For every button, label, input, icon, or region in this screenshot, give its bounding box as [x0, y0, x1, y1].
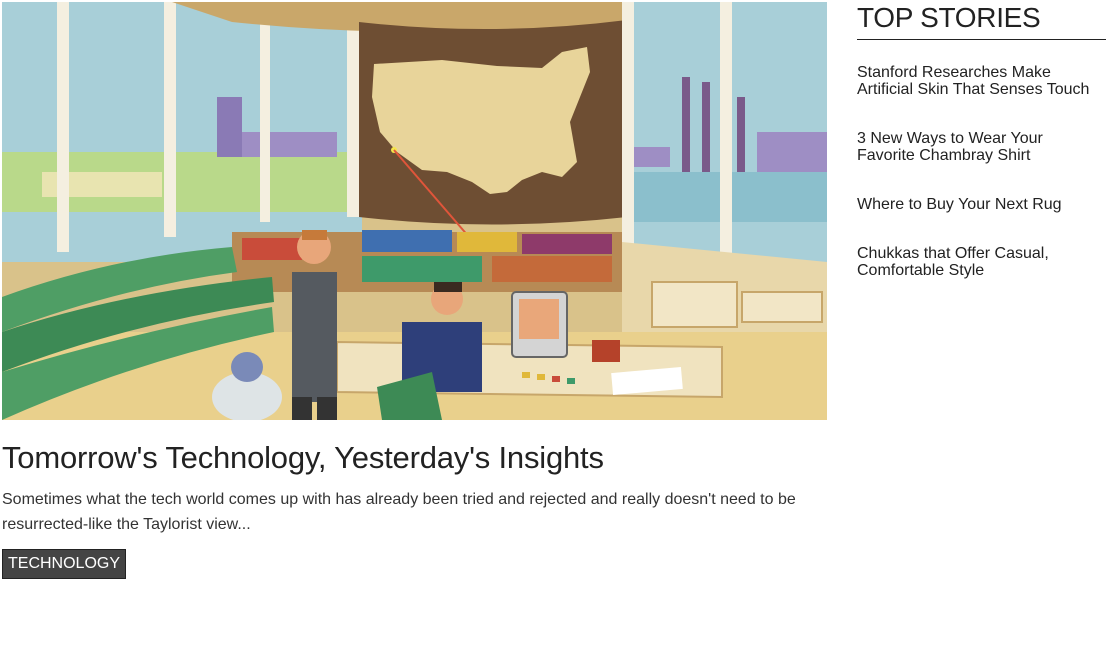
- article-excerpt: Sometimes what the tech world comes up w…: [2, 491, 796, 533]
- story-link[interactable]: Where to Buy Your Next Rug: [857, 196, 1106, 213]
- story-title-line1: Where to Buy Your Next Rug: [857, 196, 1062, 213]
- story-title-line2: Artificial Skin That Senses Touch: [857, 81, 1090, 98]
- story-title-line1: Stanford Researches Make: [857, 64, 1051, 81]
- story-title-line2: Comfortable Style: [857, 262, 985, 279]
- list-item: Stanford Researches Make Artificial Skin…: [857, 64, 1106, 98]
- main-article: Tomorrow's Technology, Yesterday's Insig…: [2, 2, 827, 579]
- list-item: 3 New Ways to Wear Your Favorite Chambra…: [857, 130, 1106, 164]
- story-link[interactable]: 3 New Ways to Wear Your Favorite Chambra…: [857, 130, 1106, 164]
- story-link[interactable]: Stanford Researches Make Artificial Skin…: [857, 64, 1106, 98]
- story-list: Stanford Researches Make Artificial Skin…: [857, 64, 1106, 279]
- list-item: Where to Buy Your Next Rug: [857, 196, 1106, 213]
- hero-illustration: [2, 2, 827, 420]
- top-stories-sidebar: TOP STORIES Stanford Researches Make Art…: [857, 0, 1106, 279]
- story-title-line2: Favorite Chambray Shirt: [857, 147, 1031, 164]
- article-title[interactable]: Tomorrow's Technology, Yesterday's Insig…: [2, 440, 827, 476]
- list-item: Chukkas that Offer Casual, Comfortable S…: [857, 245, 1106, 279]
- story-link[interactable]: Chukkas that Offer Casual, Comfortable S…: [857, 245, 1106, 279]
- category-tag[interactable]: TECHNOLOGY: [2, 549, 127, 579]
- story-title-line1: 3 New Ways to Wear Your: [857, 130, 1043, 147]
- hero-image-link[interactable]: [2, 2, 827, 420]
- sidebar-title: TOP STORIES: [857, 0, 1106, 40]
- story-title-line1: Chukkas that Offer Casual,: [857, 245, 1049, 262]
